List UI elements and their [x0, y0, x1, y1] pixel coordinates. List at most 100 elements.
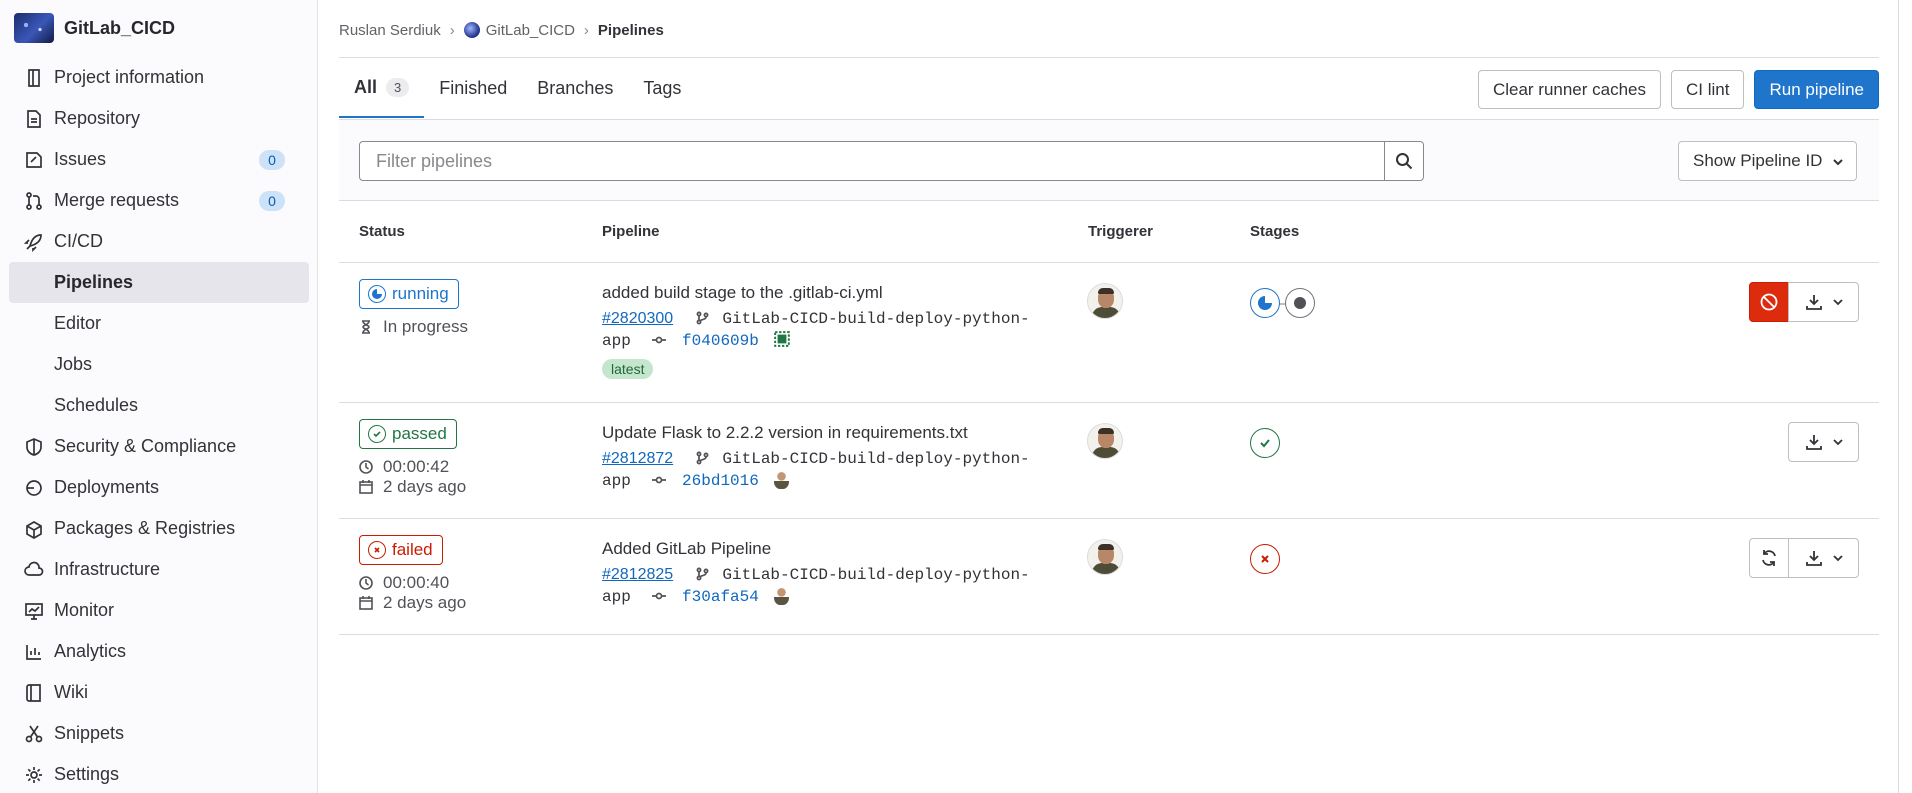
triggerer-avatar[interactable] [1087, 539, 1123, 575]
commit-title[interactable]: Added GitLab Pipeline [602, 539, 771, 559]
stage-failed-icon[interactable] [1250, 544, 1280, 574]
sidebar-item-ci-cd[interactable]: CI/CD [9, 221, 309, 262]
sidebar-item-wiki[interactable]: Wiki [9, 672, 309, 713]
sidebar-item-label: Deployments [54, 477, 160, 497]
sidebar-item-infrastructure[interactable]: Infrastructure [9, 549, 309, 590]
sidebar-item-schedules[interactable]: Schedules [9, 385, 309, 426]
sidebar-item-issues[interactable]: Issues 0 [9, 139, 309, 180]
table-row: running In progress added build stage to… [339, 263, 1879, 403]
tab-finished[interactable]: Finished [424, 58, 522, 118]
sidebar-item-label: CI/CD [54, 231, 103, 251]
sidebar-item-merge-requests[interactable]: Merge requests 0 [9, 180, 309, 221]
pipeline-id-link[interactable]: #2812825 [602, 566, 673, 583]
download-artifacts-dropdown[interactable] [1788, 538, 1859, 578]
sidebar-item-analytics[interactable]: Analytics [9, 631, 309, 672]
stage-created-icon[interactable] [1285, 288, 1315, 318]
branch-icon [696, 567, 709, 581]
pipeline-id-link[interactable]: #2820300 [602, 310, 673, 327]
commit-icon [652, 476, 667, 484]
sidebar-item-deployments[interactable]: Deployments [9, 467, 309, 508]
column-header-pipeline: Pipeline [602, 223, 660, 240]
sidebar-item-snippets[interactable]: Snippets [9, 713, 309, 754]
filter-pipelines-input[interactable]: Filter pipelines [359, 141, 1386, 181]
stage-success-icon[interactable] [1250, 428, 1280, 458]
duration-text: 00:00:40 [383, 573, 450, 592]
commit-sha-link[interactable]: f30afa54 [682, 588, 759, 606]
sidebar-item-editor[interactable]: Editor [9, 303, 309, 344]
commit-sha-link[interactable]: 26bd1016 [682, 472, 759, 490]
commit-sha-link[interactable]: f040609b [682, 332, 759, 350]
commit-author-avatar[interactable] [774, 471, 790, 489]
sidebar-item-project-information[interactable]: Project information [9, 57, 309, 98]
monitor-icon [23, 600, 45, 622]
sidebar-item-label: Issues [54, 149, 107, 169]
branch-icon [696, 451, 709, 465]
calendar-icon [359, 480, 373, 494]
sidebar-item-label: Infrastructure [54, 559, 161, 579]
pipeline-ref: #2812872 GitLab-CICD-build-deploy-python… [602, 448, 1042, 492]
sidebar-item-label: Wiki [54, 682, 88, 702]
sidebar-item-repository[interactable]: Repository [9, 98, 309, 139]
cancel-pipeline-button[interactable] [1749, 282, 1789, 322]
project-name: GitLab_CICD [64, 17, 176, 38]
commit-title[interactable]: added build stage to the .gitlab-ci.yml [602, 283, 883, 303]
download-icon [1805, 551, 1822, 566]
chevron-down-icon [1832, 439, 1843, 446]
status-running-icon [368, 285, 386, 303]
page-scroll-edge [1898, 0, 1912, 793]
breadcrumb-current[interactable]: Pipelines [598, 22, 664, 39]
commit-author-avatar[interactable] [774, 587, 790, 605]
breadcrumb-project[interactable]: GitLab_CICD [486, 22, 575, 39]
table-header: Status Pipeline Triggerer Stages [339, 201, 1879, 263]
sidebar-item-pipelines[interactable]: Pipelines [9, 262, 309, 303]
project-icon [23, 67, 45, 89]
duration-text: 00:00:42 [383, 457, 450, 476]
tab-tags[interactable]: Tags [628, 58, 696, 118]
retry-pipeline-button[interactable] [1749, 538, 1789, 578]
column-header-triggerer: Triggerer [1088, 223, 1154, 240]
status-success-icon [368, 425, 386, 443]
triggerer-avatar[interactable] [1087, 423, 1123, 459]
status-badge-failed[interactable]: failed [359, 535, 443, 565]
latest-badge: latest [602, 359, 654, 379]
branch-icon [696, 311, 709, 325]
chevron-right-icon: › [583, 21, 589, 39]
download-artifacts-dropdown[interactable] [1788, 422, 1859, 462]
sidebar-item-label: Security & Compliance [54, 436, 237, 456]
search-icon [1396, 153, 1413, 170]
book-icon [23, 682, 45, 704]
show-pipeline-id-dropdown[interactable]: Show Pipeline ID [1678, 141, 1857, 181]
tab-all[interactable]: All 3 [339, 58, 425, 118]
run-pipeline-button[interactable]: Run pipeline [1754, 70, 1879, 109]
tab-branches[interactable]: Branches [522, 58, 628, 118]
triggerer-avatar[interactable] [1087, 283, 1123, 319]
download-artifacts-dropdown[interactable] [1788, 282, 1859, 322]
sidebar-item-security-compliance[interactable]: Security & Compliance [9, 426, 309, 467]
search-button[interactable] [1384, 141, 1424, 181]
stage-running-icon[interactable] [1250, 288, 1280, 318]
breadcrumb-user[interactable]: Ruslan Serdiuk [339, 22, 441, 39]
sidebar-item-label: Project information [54, 67, 205, 87]
project-avatar-small [463, 22, 480, 38]
project-header[interactable]: GitLab_CICD [14, 12, 175, 44]
sidebar-item-settings[interactable]: Settings [9, 754, 309, 793]
status-badge-running[interactable]: running [359, 279, 459, 309]
tab-label: All [354, 76, 378, 97]
status-badge-passed[interactable]: passed [359, 419, 457, 449]
merge-request-icon [23, 190, 45, 212]
pipeline-duration: In progress [359, 317, 468, 337]
rocket-icon [23, 231, 45, 253]
status-label: passed [392, 424, 447, 443]
sidebar-item-packages-registries[interactable]: Packages & Registries [9, 508, 309, 549]
clear-runner-caches-button[interactable]: Clear runner caches [1477, 70, 1662, 109]
pipeline-id-link[interactable]: #2812872 [602, 450, 673, 467]
sidebar-item-jobs[interactable]: Jobs [9, 344, 309, 385]
sidebar-item-monitor[interactable]: Monitor [9, 590, 309, 631]
chevron-right-icon: › [449, 21, 455, 39]
sidebar-item-label: Analytics [54, 641, 127, 661]
filter-bar: Filter pipelines Show Pipeline ID [339, 119, 1879, 201]
download-icon [1805, 295, 1822, 310]
ci-lint-button[interactable]: CI lint [1671, 70, 1745, 109]
ci-status-icon [774, 331, 791, 347]
commit-title[interactable]: Update Flask to 2.2.2 version in require… [602, 423, 968, 443]
